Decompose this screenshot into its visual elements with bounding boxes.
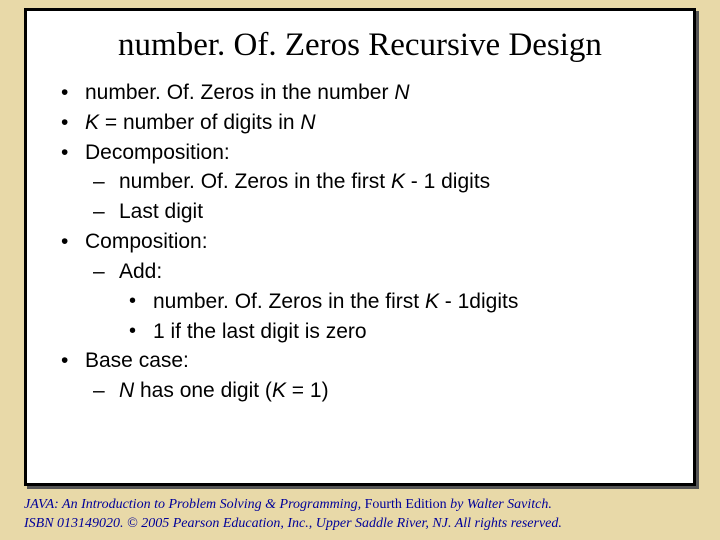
bullet-5-sublist: N has one digit (K = 1) bbox=[85, 376, 663, 406]
bullet-2-ital2: N bbox=[300, 111, 315, 134]
bullet-4a2-text: 1 if the last digit is zero bbox=[153, 320, 367, 343]
footer-line-1: JAVA: An Introduction to Problem Solving… bbox=[24, 496, 696, 515]
footer: JAVA: An Introduction to Problem Solving… bbox=[24, 496, 696, 534]
bullet-4a-text: Add: bbox=[119, 260, 162, 283]
bullet-4a1-pre: number. Of. Zeros in the first bbox=[153, 290, 425, 313]
bullet-2-ital1: K bbox=[85, 111, 99, 134]
bullet-3a-pre: number. Of. Zeros in the first bbox=[119, 170, 391, 193]
bullet-3a: number. Of. Zeros in the first K - 1 dig… bbox=[85, 167, 663, 197]
bullet-3b-text: Last digit bbox=[119, 200, 203, 223]
bullet-4a1-ital: K bbox=[425, 290, 439, 313]
footer-line-1b: Fourth Edition bbox=[365, 497, 447, 512]
bullet-3-text: Decomposition: bbox=[85, 141, 230, 164]
bullet-3: Decomposition: number. Of. Zeros in the … bbox=[57, 138, 663, 227]
bullet-1-text: number. Of. Zeros in the number bbox=[85, 81, 394, 104]
bullet-5a-ital2: K bbox=[272, 379, 286, 402]
bullet-5a-mid: has one digit ( bbox=[134, 379, 272, 402]
footer-line-1c: by Walter Savitch. bbox=[447, 497, 552, 512]
bullet-1: number. Of. Zeros in the number N bbox=[57, 78, 663, 108]
bullet-4a-sublist: number. Of. Zeros in the first K - 1digi… bbox=[119, 287, 663, 347]
bullet-4a: Add: number. Of. Zeros in the first K - … bbox=[85, 257, 663, 346]
bullet-3b: Last digit bbox=[85, 197, 663, 227]
bullet-4-text: Composition: bbox=[85, 230, 208, 253]
footer-line-1a: JAVA: An Introduction to Problem Solving… bbox=[24, 497, 365, 512]
bullet-4a1: number. Of. Zeros in the first K - 1digi… bbox=[119, 287, 663, 317]
bullet-5a-ital: N bbox=[119, 379, 134, 402]
bullet-5a: N has one digit (K = 1) bbox=[85, 376, 663, 406]
bullet-4a2: 1 if the last digit is zero bbox=[119, 317, 663, 347]
bullet-3-sublist: number. Of. Zeros in the first K - 1 dig… bbox=[85, 167, 663, 227]
bullet-4: Composition: Add: number. Of. Zeros in t… bbox=[57, 227, 663, 346]
bullet-2: K = number of digits in N bbox=[57, 108, 663, 138]
slide-content: number. Of. Zeros in the number N K = nu… bbox=[27, 78, 693, 406]
bullet-2-mid: = number of digits in bbox=[99, 111, 300, 134]
bullet-1-ital: N bbox=[394, 81, 409, 104]
bullet-4a1-post: - 1digits bbox=[439, 290, 518, 313]
bullet-list: number. Of. Zeros in the number N K = nu… bbox=[57, 78, 663, 406]
bullet-5-text: Base case: bbox=[85, 349, 189, 372]
bullet-5a-post: = 1) bbox=[286, 379, 329, 402]
slide-title: number. Of. Zeros Recursive Design bbox=[27, 11, 693, 78]
bullet-3a-ital: K bbox=[391, 170, 405, 193]
bullet-3a-post: - 1 digits bbox=[405, 170, 490, 193]
footer-line-2: ISBN 013149020. © 2005 Pearson Education… bbox=[24, 515, 696, 534]
bullet-5: Base case: N has one digit (K = 1) bbox=[57, 346, 663, 406]
bullet-4-sublist: Add: number. Of. Zeros in the first K - … bbox=[85, 257, 663, 346]
slide-frame: number. Of. Zeros Recursive Design numbe… bbox=[24, 8, 696, 486]
